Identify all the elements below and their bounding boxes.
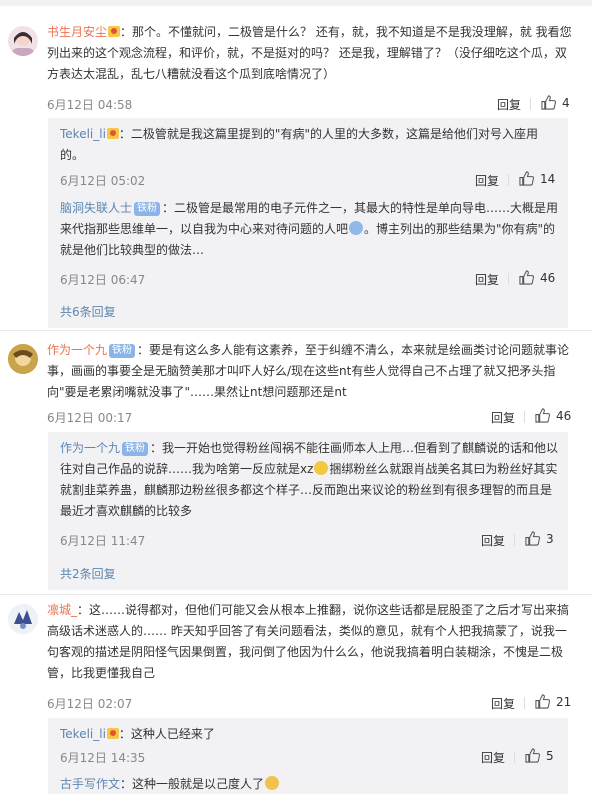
comment-username[interactable]: 作为一个九: [47, 343, 107, 357]
more-replies-link[interactable]: 共2条回复: [60, 565, 116, 582]
comment-username[interactable]: 凛城_: [47, 603, 77, 617]
fan-badge: 铁粉: [122, 442, 149, 456]
like-count: 46: [540, 271, 556, 285]
divider: [0, 594, 592, 595]
reply-button[interactable]: 回复: [475, 172, 499, 189]
reply-button[interactable]: 回复: [497, 96, 521, 113]
vip-badge-icon: [108, 26, 121, 37]
like-button[interactable]: 46: [535, 408, 571, 423]
comment-time: 6月12日 00:17: [47, 411, 133, 425]
reply-box: 作为一个九 铁粉 ：我一开始也觉得粉丝闯祸不能往画师本人上甩…但看到了麒麟说的话和他…: [48, 432, 568, 590]
more-replies-link[interactable]: 共6条回复: [60, 303, 116, 320]
avatar[interactable]: [8, 604, 38, 634]
reply-box: Tekeli_li ：这种人已经来了 6月12日 14:35 回复 5 古手写作文…: [48, 718, 568, 794]
thumbs-up-icon: [535, 694, 550, 709]
separator: [514, 751, 515, 763]
reply-text: ：这种一般就是以己度人了: [120, 777, 265, 791]
comment-username[interactable]: 书生月安尘: [47, 25, 107, 39]
reply-username[interactable]: 古手写作文: [60, 777, 120, 791]
separator: [508, 273, 509, 285]
vip-badge-icon: [106, 128, 119, 139]
reply-username[interactable]: Tekeli_li: [60, 127, 106, 141]
emoji-icon: [314, 461, 329, 475]
like-button[interactable]: 5: [525, 748, 554, 763]
like-button[interactable]: 4: [541, 95, 570, 110]
like-button[interactable]: 3: [525, 531, 554, 546]
like-count: 46: [556, 409, 572, 423]
thumbs-up-icon: [525, 748, 540, 763]
reply-time: 6月12日 14:35: [60, 751, 146, 765]
divider: [0, 330, 592, 331]
like-count: 3: [546, 532, 554, 546]
vip-badge-icon: [106, 728, 119, 739]
reply-button[interactable]: 回复: [475, 271, 499, 288]
reply-text: ：这种人已经来了: [118, 727, 215, 741]
reply-username[interactable]: Tekeli_li: [60, 727, 106, 741]
avatar[interactable]: [8, 344, 38, 374]
reply-text: ：二极管就是我这篇里提到的"有病"的人里的大多数，这篇是给他们对号入座用的。: [60, 127, 538, 162]
reply-time: 6月12日 11:47: [60, 534, 146, 548]
fan-badge: 铁粉: [109, 344, 136, 358]
top-edge: [0, 0, 592, 6]
like-count: 21: [556, 695, 572, 709]
thumbs-up-icon: [535, 408, 550, 423]
thumbs-up-icon: [519, 171, 534, 186]
like-count: 4: [562, 96, 570, 110]
reply-box: Tekeli_li ：二极管就是我这篇里提到的"有病"的人里的大多数，这篇是给他们…: [48, 118, 568, 328]
comment-time: 6月12日 04:58: [47, 98, 133, 112]
separator: [530, 98, 531, 110]
comment-time: 6月12日 02:07: [47, 697, 133, 711]
reply-button[interactable]: 回复: [491, 695, 515, 712]
avatar[interactable]: [8, 26, 38, 56]
reply-button[interactable]: 回复: [481, 532, 505, 549]
emoji-icon: [265, 776, 280, 790]
thumbs-up-icon: [541, 95, 556, 110]
comment-text: ：那个。不懂就问，二极管是什么？ 还有，就，我不知道是不是我没理解，就 我看您列…: [47, 25, 572, 81]
like-button[interactable]: 21: [535, 694, 571, 709]
reply-time: 6月12日 06:47: [60, 273, 146, 287]
like-button[interactable]: 14: [519, 171, 555, 186]
separator: [514, 534, 515, 546]
fan-badge: 铁粉: [134, 202, 161, 216]
emoji-icon: [349, 221, 364, 235]
like-count: 14: [540, 172, 556, 186]
thumbs-up-icon: [519, 270, 534, 285]
like-count: 5: [546, 749, 554, 763]
separator: [508, 174, 509, 186]
comment-text: ：这……说得都对，但他们可能又会从根本上推翻，说你这些话都是屁股歪了之后才写出来…: [47, 603, 570, 680]
separator: [524, 697, 525, 709]
reply-button[interactable]: 回复: [481, 749, 505, 766]
reply-button[interactable]: 回复: [491, 409, 515, 426]
reply-username[interactable]: 脑洞失联人士: [60, 201, 132, 215]
separator: [524, 411, 525, 423]
reply-time: 6月12日 05:02: [60, 174, 146, 188]
reply-username[interactable]: 作为一个九: [60, 441, 120, 455]
like-button[interactable]: 46: [519, 270, 555, 285]
thumbs-up-icon: [525, 531, 540, 546]
